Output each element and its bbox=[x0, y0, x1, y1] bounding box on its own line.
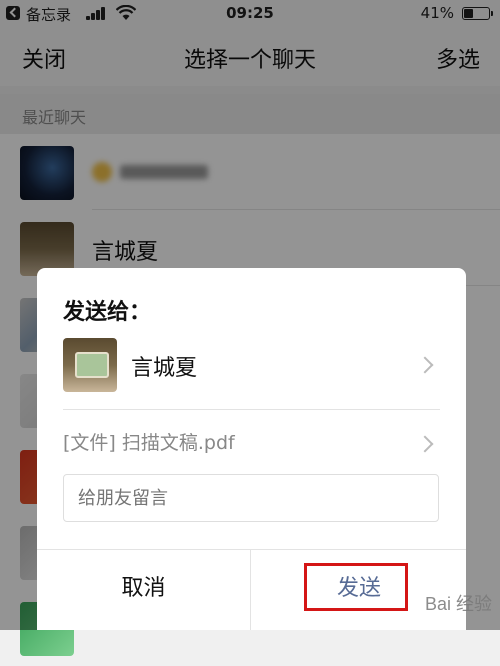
recipient-name: 言城夏 bbox=[131, 356, 198, 381]
divider bbox=[63, 409, 440, 410]
watermark: Bai 经验 bbox=[424, 594, 492, 614]
message-input[interactable] bbox=[63, 474, 439, 522]
recipient-avatar bbox=[63, 338, 117, 392]
file-row[interactable]: [文件] 扫描文稿.pdf bbox=[37, 418, 466, 462]
chevron-right-icon bbox=[416, 356, 434, 374]
dialog-title: 发送给： bbox=[63, 300, 152, 325]
recipient-row[interactable]: 言城夏 bbox=[63, 338, 443, 394]
cancel-button[interactable]: 取消 bbox=[37, 550, 251, 630]
file-label: [文件] 扫描文稿.pdf bbox=[63, 432, 235, 454]
send-highlight-box bbox=[304, 563, 408, 611]
chevron-right-icon bbox=[416, 435, 434, 453]
